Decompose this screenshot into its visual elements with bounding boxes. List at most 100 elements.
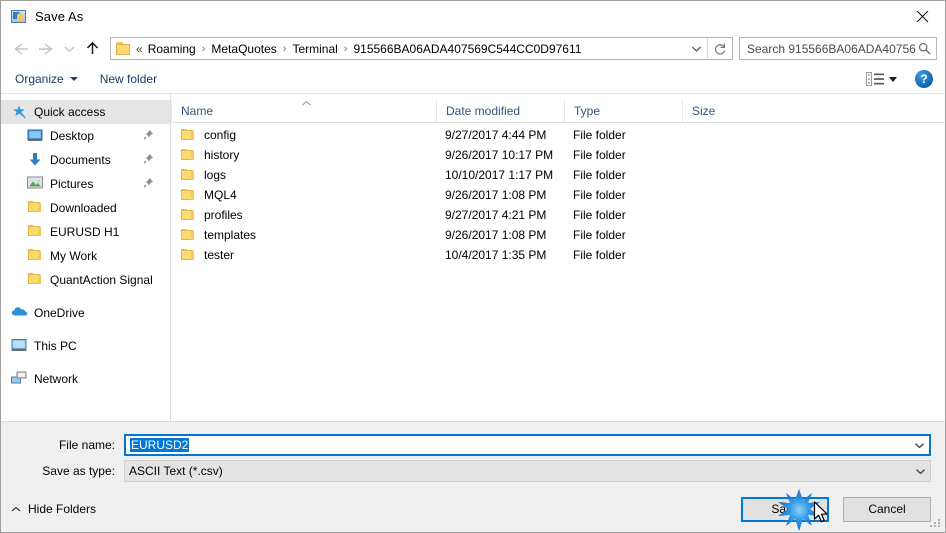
sidebar-item-pictures[interactable]: Pictures: [1, 172, 170, 196]
title-bar: Save As: [1, 1, 945, 32]
cloud-icon: [11, 305, 28, 321]
folder-icon: [27, 224, 43, 240]
file-name-row: File name: EURUSD2: [1, 434, 945, 456]
file-name-chevron-down-icon[interactable]: [909, 436, 929, 454]
refresh-icon[interactable]: [708, 38, 732, 59]
back-icon[interactable]: [7, 37, 33, 61]
pin-icon[interactable]: [143, 153, 154, 167]
breadcrumb-item-terminal[interactable]: Terminal: [291, 42, 338, 56]
sidebar-item-quick-access[interactable]: Quick access: [1, 100, 170, 124]
file-name-label: tester: [204, 248, 235, 262]
file-type-cell: File folder: [573, 148, 626, 162]
address-dropdown-chevron-down-icon[interactable]: [685, 38, 707, 59]
help-button[interactable]: ?: [915, 70, 933, 88]
column-header-type[interactable]: Type: [564, 99, 682, 123]
table-row[interactable]: templates 9/26/2017 1:08 PM File folder: [171, 225, 945, 245]
file-name-cell: templates: [171, 228, 436, 242]
search-input[interactable]: Search 915566BA06ADA40756...: [747, 42, 916, 56]
sidebar-item-network[interactable]: Network: [1, 367, 170, 391]
picture-icon: [27, 176, 43, 192]
close-icon[interactable]: [899, 1, 945, 31]
sidebar-item-eurusd-h1[interactable]: EURUSD H1: [1, 220, 170, 244]
hide-folders-button[interactable]: Hide Folders: [11, 502, 96, 516]
save-as-type-chevron-down-icon[interactable]: [910, 461, 930, 481]
sidebar-item-downloaded[interactable]: Downloaded: [1, 196, 170, 220]
up-one-level-icon[interactable]: [79, 37, 105, 61]
sidebar-item-onedrive[interactable]: OneDrive: [1, 301, 170, 325]
view-layout-icon[interactable]: [866, 72, 885, 86]
table-row[interactable]: profiles 9/27/2017 4:21 PM File folder: [171, 205, 945, 225]
table-row[interactable]: history 9/26/2017 10:17 PM File folder: [171, 145, 945, 165]
organize-label: Organize: [15, 72, 64, 86]
save-as-dialog: Save As « Roaming › MetaQuotes › Termina…: [0, 0, 946, 533]
file-date-cell: 9/26/2017 1:08 PM: [445, 228, 547, 242]
cancel-button-label: Cancel: [868, 502, 906, 516]
window-title: Save As: [35, 9, 84, 24]
table-row[interactable]: tester 10/4/2017 1:35 PM File folder: [171, 245, 945, 265]
sidebar-item-label: Documents: [50, 153, 111, 167]
resize-grip-icon[interactable]: [930, 517, 942, 529]
sidebar-item-this-pc[interactable]: This PC: [1, 334, 170, 358]
table-row[interactable]: config 9/27/2017 4:44 PM File folder: [171, 125, 945, 145]
dialog-body: Quick access Desktop Documents Pictures …: [1, 94, 945, 422]
file-name-input[interactable]: EURUSD2: [126, 438, 909, 452]
breadcrumb-overflow[interactable]: «: [136, 42, 147, 56]
sidebar-item-documents[interactable]: Documents: [1, 148, 170, 172]
sidebar-item-label: Downloaded: [50, 201, 117, 215]
file-type-cell: File folder: [573, 168, 626, 182]
sidebar-item-my-work[interactable]: My Work: [1, 244, 170, 268]
file-date-cell: 9/26/2017 1:08 PM: [445, 188, 547, 202]
file-type-cell: File folder: [573, 208, 626, 222]
breadcrumb-item-terminal-id[interactable]: 915566BA06ADA407569C544CC0D97611: [352, 42, 582, 56]
search-box[interactable]: Search 915566BA06ADA40756...: [739, 37, 937, 60]
cancel-button[interactable]: Cancel: [843, 496, 931, 522]
pin-icon[interactable]: [143, 129, 154, 143]
breadcrumb-separator-icon: ›: [201, 42, 206, 55]
column-header-date-modified[interactable]: Date modified: [436, 99, 564, 123]
folder-icon: [180, 148, 196, 162]
folder-icon: [180, 248, 196, 262]
file-date-cell: 9/27/2017 4:21 PM: [445, 208, 547, 222]
forward-icon[interactable]: [33, 37, 59, 61]
file-name-label: config: [204, 128, 237, 142]
address-bar[interactable]: « Roaming › MetaQuotes › Terminal › 9155…: [110, 37, 733, 60]
folder-icon: [180, 168, 196, 182]
file-name-cell: logs: [171, 168, 436, 182]
file-name-combo[interactable]: EURUSD2: [124, 434, 931, 456]
file-name-label: profiles: [204, 208, 243, 222]
app-picture-user-icon: [11, 9, 27, 25]
navigation-pane: Quick access Desktop Documents Pictures …: [1, 94, 171, 421]
organize-button[interactable]: Organize: [15, 72, 78, 86]
file-type-cell: File folder: [573, 248, 626, 262]
file-name-cell: config: [171, 128, 436, 142]
file-name-cell: tester: [171, 248, 436, 262]
recent-locations-chevron-down-icon[interactable]: [59, 37, 79, 61]
save-as-type-value: ASCII Text (*.csv): [129, 464, 223, 478]
folder-icon: [116, 42, 132, 55]
sidebar-item-desktop[interactable]: Desktop: [1, 124, 170, 148]
pin-icon[interactable]: [143, 177, 154, 191]
new-folder-button[interactable]: New folder: [100, 72, 157, 86]
folder-icon: [180, 188, 196, 202]
command-bar: Organize New folder ?: [1, 65, 945, 94]
breadcrumb-item-metaquotes[interactable]: MetaQuotes: [210, 42, 277, 56]
chevron-down-icon: [69, 77, 78, 81]
file-type-cell: File folder: [573, 128, 626, 142]
file-name-label: logs: [204, 168, 227, 182]
file-name-cell: history: [171, 148, 436, 162]
view-layout-chevron-down-icon[interactable]: [889, 76, 897, 82]
folder-icon: [27, 272, 43, 288]
save-as-type-label: Save as type:: [42, 464, 115, 478]
sidebar-item-label: Network: [34, 372, 79, 386]
sidebar-item-label: This PC: [34, 339, 77, 353]
column-header-size[interactable]: Size: [682, 99, 762, 123]
sidebar-item-quantaction-signal[interactable]: QuantAction Signal: [1, 268, 170, 292]
table-row[interactable]: logs 10/10/2017 1:17 PM File folder: [171, 165, 945, 185]
save-as-type-row: Save as type: ASCII Text (*.csv): [1, 460, 945, 482]
save-button[interactable]: Save: [741, 496, 829, 522]
table-row[interactable]: MQL4 9/26/2017 1:08 PM File folder: [171, 185, 945, 205]
save-as-type-combo[interactable]: ASCII Text (*.csv): [124, 460, 931, 482]
breadcrumb-item-roaming[interactable]: Roaming: [147, 42, 197, 56]
save-form: File name: EURUSD2 Save as type: ASCII T…: [1, 422, 945, 486]
file-name-label: history: [204, 148, 240, 162]
